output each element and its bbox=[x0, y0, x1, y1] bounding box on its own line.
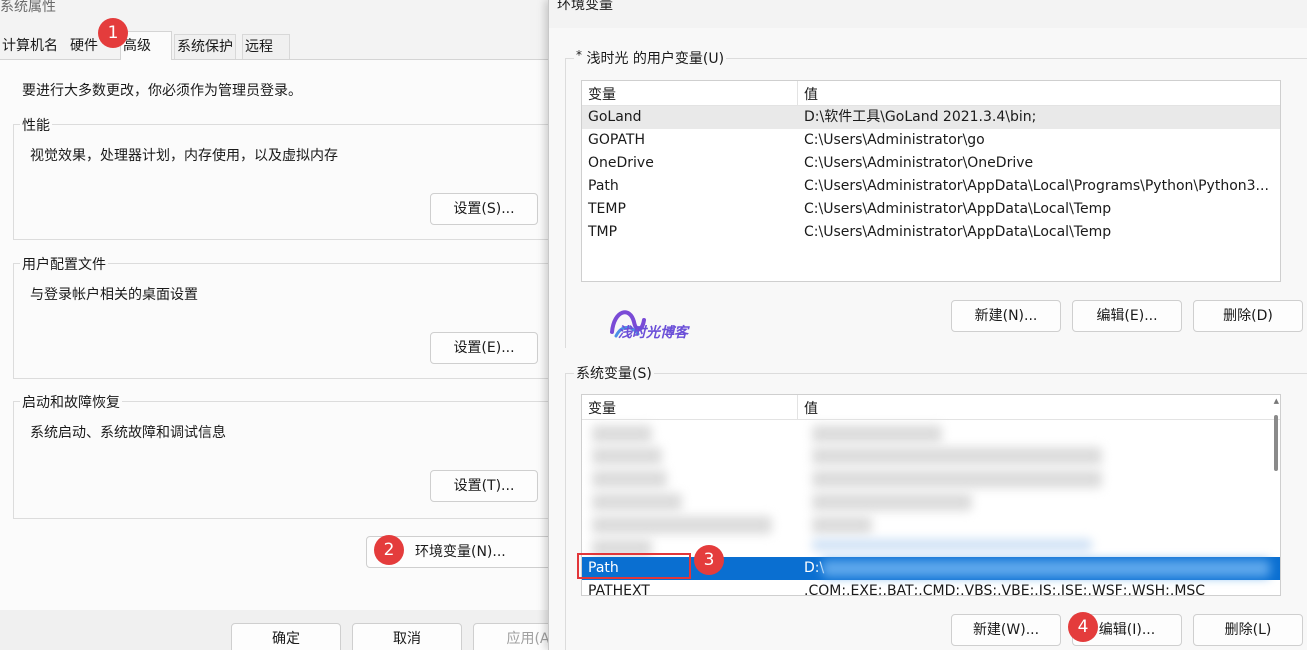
admin-notice: 要进行大多数更改，你必须作为管理员登录。 bbox=[22, 83, 302, 99]
tab-computer-name[interactable]: 计算机名 bbox=[0, 34, 60, 60]
system-variables-title: 系统变量(S) bbox=[574, 363, 654, 383]
redacted-value bbox=[822, 560, 1270, 577]
table-row[interactable]: TMP C:\Users\Administrator\AppData\Local… bbox=[582, 221, 1280, 244]
redacted-row bbox=[812, 447, 1102, 465]
column-header-value[interactable]: 值 bbox=[804, 398, 818, 418]
redacted-row bbox=[812, 516, 872, 534]
blog-logo: 浅时光博客 bbox=[608, 302, 708, 350]
column-header-name[interactable]: 变量 bbox=[588, 84, 616, 104]
advanced-tab-panel: 要进行大多数更改，你必须作为管理员登录。 性能 视觉效果，处理器计划，内存使用，… bbox=[0, 59, 548, 610]
startup-recovery-desc: 系统启动、系统故障和调试信息 bbox=[30, 425, 226, 441]
ok-button[interactable]: 确定 bbox=[231, 623, 341, 650]
step-badge-3: 3 bbox=[694, 545, 724, 575]
tab-system-protection[interactable]: 系统保护 bbox=[174, 34, 236, 60]
column-header-value[interactable]: 值 bbox=[804, 84, 818, 104]
user-delete-button[interactable]: 删除(D) bbox=[1193, 300, 1303, 332]
step-badge-4: 4 bbox=[1068, 612, 1098, 642]
var-name: TMP bbox=[588, 224, 618, 240]
redacted-row bbox=[812, 539, 1092, 551]
user-new-button[interactable]: 新建(N)... bbox=[951, 300, 1061, 332]
user-variables-title: * 浅时光 的用户变量(U) bbox=[574, 48, 727, 68]
scroll-up-icon[interactable]: ▲ bbox=[1274, 397, 1279, 405]
var-value: C:\Users\Administrator\AppData\Local\Tem… bbox=[804, 201, 1112, 217]
tab-remote[interactable]: 远程 bbox=[242, 34, 290, 60]
performance-group: 性能 视觉效果，处理器计划，内存使用，以及虚拟内存 设置(S)... bbox=[13, 115, 548, 240]
column-separator bbox=[797, 395, 798, 420]
var-value: D:\软件工具\GoLand 2021.3.4\bin; bbox=[804, 109, 1037, 125]
performance-settings-button[interactable]: 设置(S)... bbox=[430, 193, 538, 225]
system-list-header: 变量 值 bbox=[582, 395, 1280, 420]
var-name: GOPATH bbox=[588, 132, 645, 148]
table-row[interactable]: GOPATH C:\Users\Administrator\go bbox=[582, 129, 1280, 152]
user-section-marker: * bbox=[576, 48, 582, 62]
user-edit-button[interactable]: 编辑(E)... bbox=[1072, 300, 1182, 332]
step-badge-1: 1 bbox=[98, 18, 128, 48]
redacted-row bbox=[812, 493, 972, 511]
cancel-button[interactable]: 取消 bbox=[352, 623, 462, 650]
user-profiles-desc: 与登录帐户相关的桌面设置 bbox=[30, 287, 198, 303]
tab-hardware[interactable]: 硬件 bbox=[68, 34, 100, 60]
var-value: .COM;.EXE;.BAT;.CMD;.VBS;.VBE;.JS;.JSE;.… bbox=[804, 583, 1206, 596]
redacted-row bbox=[592, 516, 772, 534]
table-row[interactable]: PATHEXT .COM;.EXE;.BAT;.CMD;.VBS;.VBE;.J… bbox=[582, 580, 1280, 596]
tab-bar: 计算机名 硬件 高级 系统保护 远程 bbox=[0, 31, 548, 60]
apply-button[interactable]: 应用(A bbox=[473, 623, 548, 650]
performance-desc: 视觉效果，处理器计划，内存使用，以及虚拟内存 bbox=[30, 148, 338, 164]
vertical-scrollbar[interactable] bbox=[1274, 415, 1278, 471]
var-name: GoLand bbox=[588, 109, 642, 125]
redacted-row bbox=[592, 470, 667, 488]
startup-recovery-title: 启动和故障恢复 bbox=[20, 392, 122, 412]
column-separator bbox=[797, 81, 798, 106]
step-badge-2: 2 bbox=[374, 535, 404, 565]
window-title: 系统属性 bbox=[0, 0, 56, 15]
var-name: OneDrive bbox=[588, 155, 654, 171]
system-new-button[interactable]: 新建(W)... bbox=[951, 614, 1061, 646]
user-profiles-settings-button[interactable]: 设置(E)... bbox=[430, 332, 538, 364]
table-row[interactable]: OneDrive C:\Users\Administrator\OneDrive bbox=[582, 152, 1280, 175]
redacted-row bbox=[812, 425, 942, 443]
annotation-highlight-box bbox=[577, 553, 691, 579]
env-window-title: 环境变量 bbox=[557, 0, 613, 13]
dialog-footer: 确定 取消 应用(A bbox=[0, 610, 548, 650]
blog-logo-text: 浅时光博客 bbox=[618, 325, 688, 341]
performance-title: 性能 bbox=[20, 115, 52, 135]
system-delete-button[interactable]: 删除(L) bbox=[1193, 614, 1303, 646]
startup-recovery-settings-button[interactable]: 设置(T)... bbox=[430, 470, 538, 502]
user-profiles-title: 用户配置文件 bbox=[20, 254, 108, 274]
user-list-header: 变量 值 bbox=[582, 81, 1280, 106]
redacted-row bbox=[592, 493, 682, 511]
var-name: PATHEXT bbox=[588, 583, 650, 596]
column-header-name[interactable]: 变量 bbox=[588, 398, 616, 418]
var-name: TEMP bbox=[588, 201, 626, 217]
user-variables-list[interactable]: 变量 值 GoLand D:\软件工具\GoLand 2021.3.4\bin;… bbox=[581, 80, 1281, 282]
table-row[interactable]: Path C:\Users\Administrator\AppData\Loca… bbox=[582, 175, 1280, 198]
redacted-row bbox=[812, 470, 1102, 488]
redacted-row bbox=[592, 425, 652, 443]
startup-recovery-group: 启动和故障恢复 系统启动、系统故障和调试信息 设置(T)... bbox=[13, 392, 548, 519]
system-properties-window: 系统属性 计算机名 硬件 高级 系统保护 远程 要进行大多数更改，你必须作为管理… bbox=[0, 0, 548, 650]
user-profiles-group: 用户配置文件 与登录帐户相关的桌面设置 设置(E)... bbox=[13, 254, 548, 379]
var-value: C:\Users\Administrator\OneDrive bbox=[804, 155, 1034, 171]
var-value: C:\Users\Administrator\go bbox=[804, 132, 985, 148]
user-section-label: 浅时光 的用户变量(U) bbox=[586, 51, 725, 67]
table-row[interactable]: TEMP C:\Users\Administrator\AppData\Loca… bbox=[582, 198, 1280, 221]
table-row[interactable]: GoLand D:\软件工具\GoLand 2021.3.4\bin; bbox=[582, 106, 1280, 129]
var-value: C:\Users\Administrator\AppData\Local\Pro… bbox=[804, 178, 1269, 194]
redacted-row bbox=[592, 447, 662, 465]
var-name: Path bbox=[588, 178, 619, 194]
var-value: C:\Users\Administrator\AppData\Local\Tem… bbox=[804, 224, 1112, 240]
